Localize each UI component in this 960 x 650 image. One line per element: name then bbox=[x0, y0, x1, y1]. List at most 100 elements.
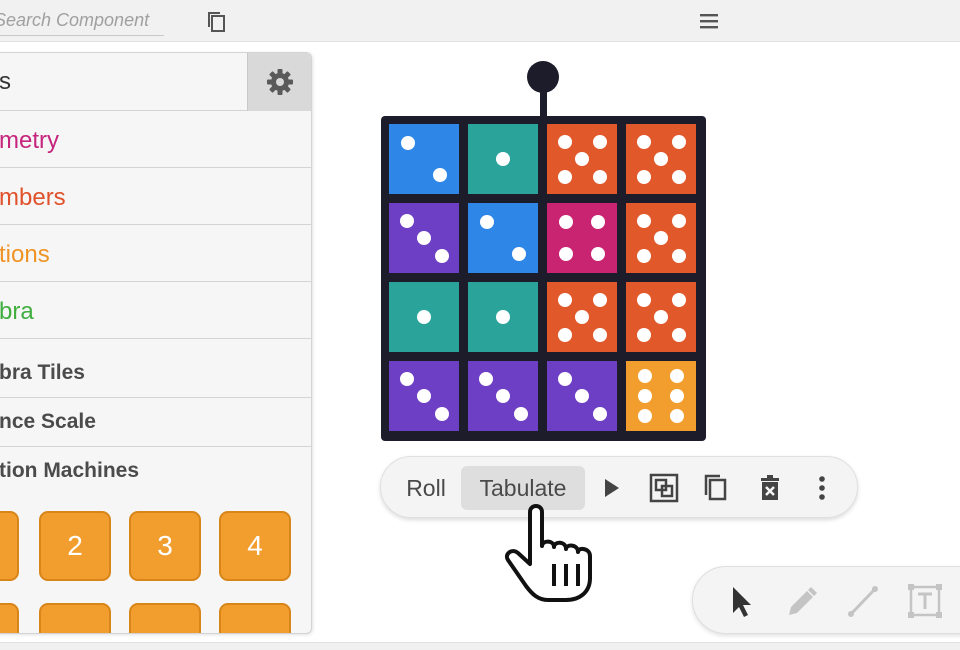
subcategory-algebra-tiles[interactable]: bra Tiles bbox=[0, 349, 311, 398]
die-pip bbox=[671, 292, 686, 307]
die-pip bbox=[575, 152, 589, 166]
number-tile[interactable]: 3 bbox=[129, 511, 201, 581]
subcategory-label: nce Scale bbox=[0, 410, 96, 433]
die-pip bbox=[434, 406, 449, 421]
die-face[interactable] bbox=[389, 203, 459, 273]
die-face[interactable] bbox=[389, 361, 459, 431]
die-pip bbox=[417, 231, 431, 245]
die-face[interactable] bbox=[389, 124, 459, 194]
hamburger-menu-icon[interactable] bbox=[696, 8, 722, 34]
roll-button[interactable]: Roll bbox=[393, 466, 459, 510]
number-tile[interactable] bbox=[39, 603, 111, 633]
line-icon[interactable] bbox=[843, 581, 883, 621]
die-pip bbox=[399, 371, 414, 386]
die-face[interactable] bbox=[626, 282, 696, 352]
die-pip bbox=[592, 292, 607, 307]
die-pip bbox=[557, 134, 572, 149]
die-pip bbox=[399, 213, 414, 228]
die-pip bbox=[575, 389, 589, 403]
die-pip bbox=[654, 231, 668, 245]
number-tile[interactable]: 2 bbox=[39, 511, 111, 581]
die-face[interactable] bbox=[626, 124, 696, 194]
number-tile[interactable] bbox=[219, 603, 291, 633]
category-label: bra bbox=[0, 298, 34, 325]
category-label: mbers bbox=[0, 184, 66, 211]
die-pip bbox=[557, 371, 572, 386]
die-pip bbox=[558, 247, 573, 262]
group-icon[interactable] bbox=[647, 471, 681, 505]
subcategory-function-machines[interactable]: tion Machines bbox=[0, 447, 311, 496]
die-pip bbox=[478, 371, 493, 386]
select-arrow-icon[interactable] bbox=[721, 581, 761, 621]
die-pip bbox=[592, 169, 607, 184]
die-face[interactable] bbox=[389, 282, 459, 352]
die-face[interactable] bbox=[468, 203, 538, 273]
die-pip bbox=[417, 389, 431, 403]
top-bar bbox=[0, 0, 960, 42]
die-pip bbox=[496, 152, 510, 166]
number-tile[interactable] bbox=[0, 511, 19, 581]
die-face[interactable] bbox=[547, 124, 617, 194]
die-pip bbox=[654, 310, 668, 324]
die-face[interactable] bbox=[468, 282, 538, 352]
die-pip bbox=[557, 169, 572, 184]
gear-icon bbox=[266, 69, 293, 95]
category-label: metry bbox=[0, 127, 59, 154]
die-pip bbox=[496, 310, 510, 324]
number-tile[interactable]: 4 bbox=[219, 511, 291, 581]
die-pip bbox=[670, 389, 685, 403]
die-pip bbox=[671, 213, 686, 228]
die-face[interactable] bbox=[547, 282, 617, 352]
category-label: tions bbox=[0, 241, 50, 268]
die-face[interactable] bbox=[626, 361, 696, 431]
delete-icon[interactable] bbox=[753, 471, 787, 505]
die-face[interactable] bbox=[468, 124, 538, 194]
text-box-icon[interactable] bbox=[905, 581, 945, 621]
more-vertical-icon[interactable] bbox=[805, 471, 839, 505]
die-pip bbox=[636, 327, 651, 342]
die-pip bbox=[512, 247, 527, 262]
copy-icon[interactable] bbox=[204, 9, 230, 35]
die-pip bbox=[654, 152, 668, 166]
duplicate-icon[interactable] bbox=[699, 471, 733, 505]
die-pip bbox=[636, 213, 651, 228]
die-pip bbox=[637, 389, 652, 403]
category-algebra[interactable]: bra bbox=[0, 282, 311, 339]
subcategory-balance-scale[interactable]: nce Scale bbox=[0, 398, 311, 447]
category-fractions[interactable]: tions bbox=[0, 225, 311, 282]
dice-grid[interactable] bbox=[381, 116, 706, 441]
die-pip bbox=[637, 369, 652, 384]
number-tile[interactable] bbox=[129, 603, 201, 633]
category-numbers[interactable]: mbers bbox=[0, 168, 311, 225]
die-pip bbox=[479, 214, 494, 229]
dice-action-toolbar: Roll Tabulate bbox=[380, 456, 858, 518]
component-panel: s metry mbers tions bra bra Tiles nce Sc… bbox=[0, 52, 312, 634]
die-face[interactable] bbox=[626, 203, 696, 273]
die-pip bbox=[637, 408, 652, 423]
drawing-tools-bar bbox=[692, 566, 960, 634]
die-pip bbox=[670, 408, 685, 423]
die-pip bbox=[513, 406, 528, 421]
die-pip bbox=[636, 169, 651, 184]
die-pip bbox=[671, 134, 686, 149]
die-face[interactable] bbox=[468, 361, 538, 431]
die-pip bbox=[636, 134, 651, 149]
hand-pointer-cursor-icon bbox=[500, 500, 604, 606]
die-pip bbox=[433, 168, 448, 183]
die-pip bbox=[496, 389, 510, 403]
search-input[interactable] bbox=[0, 6, 164, 36]
subcategory-label: bra Tiles bbox=[0, 361, 85, 384]
die-pip bbox=[575, 310, 589, 324]
die-pip bbox=[671, 169, 686, 184]
pen-icon[interactable] bbox=[781, 581, 821, 621]
die-face[interactable] bbox=[547, 203, 617, 273]
category-geometry[interactable]: metry bbox=[0, 111, 311, 168]
die-pip bbox=[591, 247, 606, 262]
die-pip bbox=[671, 248, 686, 263]
die-pip bbox=[400, 135, 415, 150]
settings-button[interactable] bbox=[247, 53, 311, 111]
die-pip bbox=[558, 214, 573, 229]
number-tile[interactable] bbox=[0, 603, 19, 633]
panel-title: s bbox=[0, 68, 11, 95]
die-face[interactable] bbox=[547, 361, 617, 431]
